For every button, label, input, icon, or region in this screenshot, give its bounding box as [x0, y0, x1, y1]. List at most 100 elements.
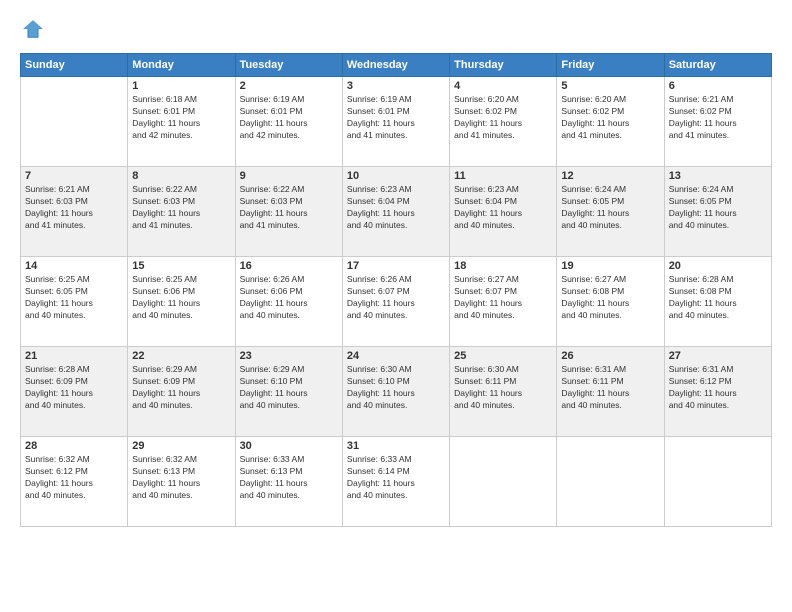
calendar-cell: 5 Sunrise: 6:20 AM Sunset: 6:02 PM Daylig…: [557, 77, 664, 167]
day-number: 18: [454, 260, 552, 272]
calendar-cell: 25Sunrise: 6:30 AM Sunset: 6:11 PM Dayli…: [450, 347, 557, 437]
day-info: Sunrise: 6:33 AM Sunset: 6:13 PM Dayligh…: [240, 454, 338, 502]
day-info: Sunrise: 6:23 AM Sunset: 6:04 PM Dayligh…: [454, 184, 552, 232]
day-number: 29: [132, 440, 230, 452]
calendar-cell: 23 Sunrise: 6:29 AM Sunset: 6:10 PM Dayli…: [235, 347, 342, 437]
day-number: 12: [561, 170, 659, 182]
day-number: 20: [669, 260, 767, 272]
day-info: Sunrise: 6:29 AM Sunset: 6:09 PM Dayligh…: [132, 364, 230, 412]
day-info: Sunrise: 6:23 AM Sunset: 6:04 PM Dayligh…: [347, 184, 445, 232]
calendar-cell: 8Sunrise: 6:22 AM Sunset: 6:03 PM Daylig…: [128, 167, 235, 257]
day-info: Sunrise: 6:29 AM Sunset: 6:10 PM Dayligh…: [240, 364, 338, 412]
day-info: Sunrise: 6:25 AM Sunset: 6:05 PM Dayligh…: [25, 274, 123, 322]
calendar-cell: 26Sunrise: 6:31 AM Sunset: 6:11 PM Dayli…: [557, 347, 664, 437]
calendar-cell: 3 Sunrise: 6:19 AM Sunset: 6:01 PM Daylig…: [342, 77, 449, 167]
day-info: Sunrise: 6:19 AM Sunset: 6:01 PM Dayligh…: [347, 94, 445, 142]
calendar-cell: 9 Sunrise: 6:22 AM Sunset: 6:03 PM Daylig…: [235, 167, 342, 257]
calendar-cell: 1 Sunrise: 6:18 AM Sunset: 6:01 PM Daylig…: [128, 77, 235, 167]
day-number: 17: [347, 260, 445, 272]
day-number: 25: [454, 350, 552, 362]
calendar-cell: 29Sunrise: 6:32 AM Sunset: 6:13 PM Dayli…: [128, 437, 235, 527]
calendar-cell: 20 Sunrise: 6:28 AM Sunset: 6:08 PM Dayli…: [664, 257, 771, 347]
day-info: Sunrise: 6:21 AM Sunset: 6:03 PM Dayligh…: [25, 184, 123, 232]
day-number: 13: [669, 170, 767, 182]
calendar-week-row: 14 Sunrise: 6:25 AM Sunset: 6:05 PM Dayli…: [21, 257, 772, 347]
calendar-cell: 4 Sunrise: 6:20 AM Sunset: 6:02 PM Daylig…: [450, 77, 557, 167]
logo: [20, 18, 46, 45]
day-number: 11: [454, 170, 552, 182]
day-number: 19: [561, 260, 659, 272]
day-number: 7: [25, 170, 123, 182]
day-info: Sunrise: 6:22 AM Sunset: 6:03 PM Dayligh…: [132, 184, 230, 232]
calendar-week-row: 21Sunrise: 6:28 AM Sunset: 6:09 PM Dayli…: [21, 347, 772, 437]
calendar-cell: 22 Sunrise: 6:29 AM Sunset: 6:09 PM Dayli…: [128, 347, 235, 437]
calendar-cell: 15 Sunrise: 6:25 AM Sunset: 6:06 PM Dayli…: [128, 257, 235, 347]
calendar-cell: 7 Sunrise: 6:21 AM Sunset: 6:03 PM Daylig…: [21, 167, 128, 257]
calendar-cell: 27 Sunrise: 6:31 AM Sunset: 6:12 PM Dayli…: [664, 347, 771, 437]
day-number: 31: [347, 440, 445, 452]
calendar-cell: 12 Sunrise: 6:24 AM Sunset: 6:05 PM Dayli…: [557, 167, 664, 257]
day-info: Sunrise: 6:19 AM Sunset: 6:01 PM Dayligh…: [240, 94, 338, 142]
day-number: 6: [669, 80, 767, 92]
calendar-cell: 6 Sunrise: 6:21 AM Sunset: 6:02 PM Daylig…: [664, 77, 771, 167]
day-number: 1: [132, 80, 230, 92]
calendar-cell: [557, 437, 664, 527]
col-header-thursday: Thursday: [450, 54, 557, 77]
logo-icon: [22, 18, 44, 40]
day-number: 5: [561, 80, 659, 92]
calendar-cell: 19 Sunrise: 6:27 AM Sunset: 6:08 PM Dayli…: [557, 257, 664, 347]
calendar-table: SundayMondayTuesdayWednesdayThursdayFrid…: [20, 53, 772, 527]
day-info: Sunrise: 6:25 AM Sunset: 6:06 PM Dayligh…: [132, 274, 230, 322]
day-info: Sunrise: 6:24 AM Sunset: 6:05 PM Dayligh…: [561, 184, 659, 232]
day-info: Sunrise: 6:20 AM Sunset: 6:02 PM Dayligh…: [454, 94, 552, 142]
col-header-wednesday: Wednesday: [342, 54, 449, 77]
day-info: Sunrise: 6:26 AM Sunset: 6:06 PM Dayligh…: [240, 274, 338, 322]
col-header-saturday: Saturday: [664, 54, 771, 77]
calendar-cell: 16 Sunrise: 6:26 AM Sunset: 6:06 PM Dayli…: [235, 257, 342, 347]
day-number: 2: [240, 80, 338, 92]
day-number: 9: [240, 170, 338, 182]
day-number: 4: [454, 80, 552, 92]
day-number: 27: [669, 350, 767, 362]
day-info: Sunrise: 6:26 AM Sunset: 6:07 PM Dayligh…: [347, 274, 445, 322]
calendar-cell: 31 Sunrise: 6:33 AM Sunset: 6:14 PM Dayli…: [342, 437, 449, 527]
day-info: Sunrise: 6:31 AM Sunset: 6:12 PM Dayligh…: [669, 364, 767, 412]
calendar-week-row: 28Sunrise: 6:32 AM Sunset: 6:12 PM Dayli…: [21, 437, 772, 527]
calendar-cell: [21, 77, 128, 167]
day-info: Sunrise: 6:27 AM Sunset: 6:07 PM Dayligh…: [454, 274, 552, 322]
day-info: Sunrise: 6:33 AM Sunset: 6:14 PM Dayligh…: [347, 454, 445, 502]
col-header-sunday: Sunday: [21, 54, 128, 77]
calendar-week-row: 1 Sunrise: 6:18 AM Sunset: 6:01 PM Daylig…: [21, 77, 772, 167]
calendar-cell: 11 Sunrise: 6:23 AM Sunset: 6:04 PM Dayli…: [450, 167, 557, 257]
calendar-cell: [450, 437, 557, 527]
calendar-cell: 2 Sunrise: 6:19 AM Sunset: 6:01 PM Daylig…: [235, 77, 342, 167]
calendar-week-row: 7 Sunrise: 6:21 AM Sunset: 6:03 PM Daylig…: [21, 167, 772, 257]
day-number: 3: [347, 80, 445, 92]
col-header-monday: Monday: [128, 54, 235, 77]
day-info: Sunrise: 6:20 AM Sunset: 6:02 PM Dayligh…: [561, 94, 659, 142]
day-number: 24: [347, 350, 445, 362]
day-number: 15: [132, 260, 230, 272]
day-number: 23: [240, 350, 338, 362]
day-info: Sunrise: 6:28 AM Sunset: 6:09 PM Dayligh…: [25, 364, 123, 412]
day-number: 16: [240, 260, 338, 272]
day-number: 14: [25, 260, 123, 272]
day-info: Sunrise: 6:30 AM Sunset: 6:10 PM Dayligh…: [347, 364, 445, 412]
day-info: Sunrise: 6:28 AM Sunset: 6:08 PM Dayligh…: [669, 274, 767, 322]
calendar-cell: 30Sunrise: 6:33 AM Sunset: 6:13 PM Dayli…: [235, 437, 342, 527]
calendar-cell: [664, 437, 771, 527]
calendar-cell: 17 Sunrise: 6:26 AM Sunset: 6:07 PM Dayli…: [342, 257, 449, 347]
day-info: Sunrise: 6:21 AM Sunset: 6:02 PM Dayligh…: [669, 94, 767, 142]
calendar-cell: 24 Sunrise: 6:30 AM Sunset: 6:10 PM Dayli…: [342, 347, 449, 437]
calendar-header-row: SundayMondayTuesdayWednesdayThursdayFrid…: [21, 54, 772, 77]
day-info: Sunrise: 6:18 AM Sunset: 6:01 PM Dayligh…: [132, 94, 230, 142]
calendar-cell: 13Sunrise: 6:24 AM Sunset: 6:05 PM Dayli…: [664, 167, 771, 257]
calendar-cell: 14 Sunrise: 6:25 AM Sunset: 6:05 PM Dayli…: [21, 257, 128, 347]
calendar-cell: 28Sunrise: 6:32 AM Sunset: 6:12 PM Dayli…: [21, 437, 128, 527]
page: SundayMondayTuesdayWednesdayThursdayFrid…: [0, 0, 792, 612]
day-info: Sunrise: 6:22 AM Sunset: 6:03 PM Dayligh…: [240, 184, 338, 232]
col-header-tuesday: Tuesday: [235, 54, 342, 77]
day-info: Sunrise: 6:27 AM Sunset: 6:08 PM Dayligh…: [561, 274, 659, 322]
day-number: 22: [132, 350, 230, 362]
calendar-cell: 18 Sunrise: 6:27 AM Sunset: 6:07 PM Dayli…: [450, 257, 557, 347]
